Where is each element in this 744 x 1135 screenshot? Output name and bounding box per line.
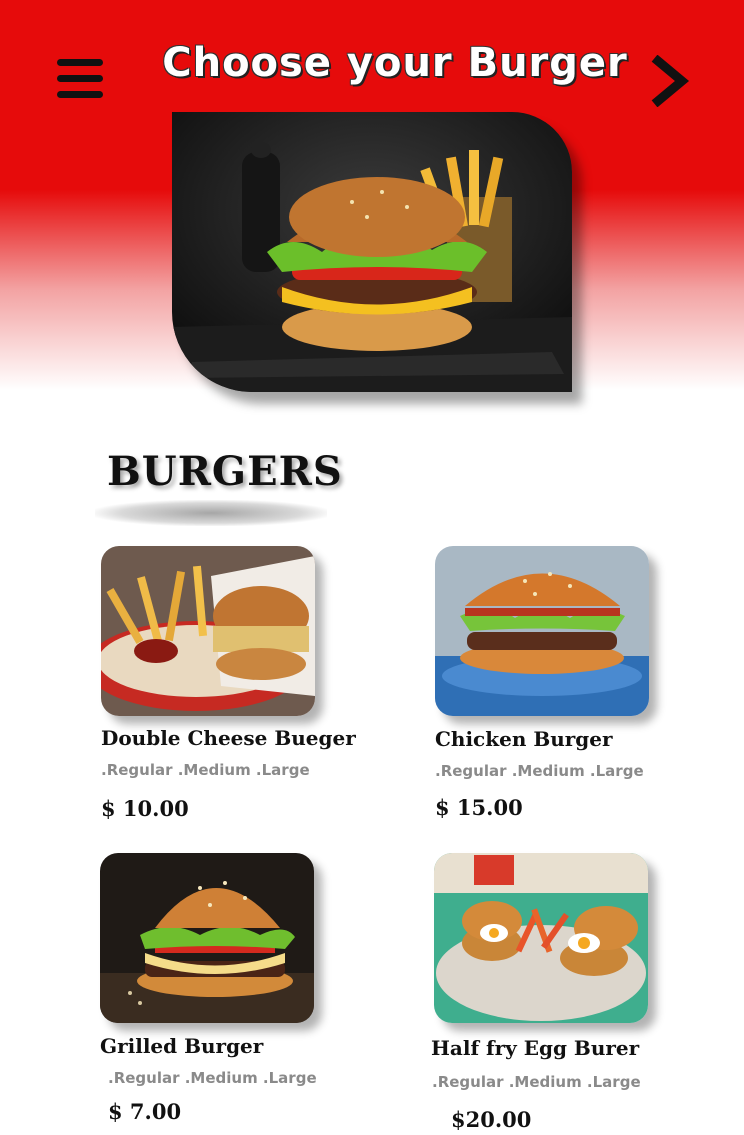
item-sizes: .Regular .Medium .Large: [108, 1069, 317, 1087]
section-title: BURGERS: [107, 448, 343, 495]
item-name: Chicken Burger: [435, 727, 613, 751]
burger-image-chicken[interactable]: [435, 546, 649, 716]
item-price: $ 15.00: [435, 795, 523, 820]
burger-image-grilled[interactable]: [100, 853, 314, 1023]
item-price: $20.00: [451, 1107, 532, 1132]
item-sizes: .Regular .Medium .Large: [432, 1073, 641, 1091]
section-title-shadow: [95, 500, 327, 526]
hamburger-menu-icon[interactable]: [57, 57, 103, 101]
item-sizes: .Regular .Medium .Large: [101, 761, 310, 779]
item-name: Double Cheese Bueger: [101, 726, 356, 750]
burger-image-half-fry-egg[interactable]: [434, 853, 648, 1023]
hero-burger-image: [172, 112, 572, 392]
item-name: Half fry Egg Burer: [431, 1036, 640, 1060]
item-sizes: .Regular .Medium .Large: [435, 762, 644, 780]
page-title: Choose your Burger: [162, 40, 628, 86]
chevron-right-icon[interactable]: [648, 55, 692, 107]
burger-image-double-cheese[interactable]: [101, 546, 315, 716]
item-price: $ 7.00: [108, 1099, 182, 1124]
item-name: Grilled Burger: [100, 1034, 264, 1058]
item-price: $ 10.00: [101, 796, 189, 821]
